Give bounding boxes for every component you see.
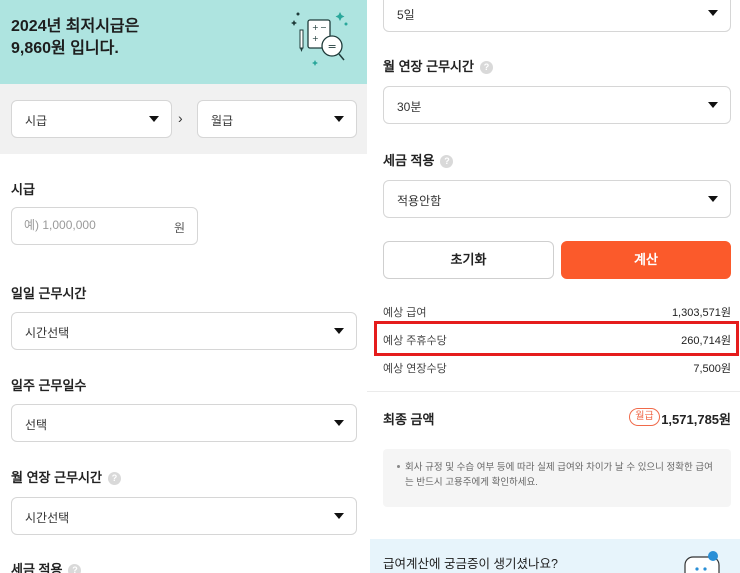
daily-hours-value: 시간선택	[25, 326, 70, 340]
wage-label: 시급	[11, 182, 35, 197]
from-unit-label: 시급	[25, 114, 48, 128]
svg-text:=: =	[328, 40, 337, 53]
overtime-label: 월 연장 근무시간?	[11, 467, 121, 486]
svg-text:+: +	[312, 34, 319, 43]
caret-down-icon	[334, 328, 344, 334]
wage-unit: 원	[173, 221, 185, 235]
notice-text: 회사 규정 및 수습 여부 등에 따라 실제 급여와 차이가 날 수 있으니 정…	[405, 462, 713, 488]
right-panel: 5일 월 연장 근무시간? 30분 세금 적용? 적용안함 초기화 계산 예상 …	[367, 0, 740, 573]
caret-down-icon	[708, 10, 718, 16]
to-unit-select[interactable]: 월급	[197, 100, 357, 138]
caret-down-icon	[334, 420, 344, 426]
overtime-value: 시간선택	[25, 511, 70, 525]
weekly-days-select[interactable]: 선택	[11, 404, 357, 442]
to-unit-label: 월급	[211, 114, 234, 128]
help-icon[interactable]: ?	[440, 155, 454, 168]
inquiry-banner[interactable]: 급여계산에 궁금증이 생기셨나요?	[370, 539, 740, 573]
final-amount-label: 최종 금액	[383, 412, 435, 427]
weekly-days-select[interactable]: 5일	[383, 0, 731, 32]
calculator-illustration-icon: + − + =	[291, 12, 348, 66]
min-wage-banner: 2024년 최저시급은 9,860원 입니다. + − + =	[0, 0, 367, 84]
chat-bot-icon	[684, 551, 720, 573]
tax-label: 세금 적용?	[11, 559, 82, 573]
overtime-label-text: 월 연장 근무시간	[383, 59, 474, 74]
caret-down-icon	[149, 116, 159, 122]
result-label: 예상 주휴수당	[383, 335, 447, 347]
daily-hours-label: 일일 근무시간	[11, 286, 87, 301]
final-period-badge: 월급	[629, 408, 660, 426]
divider	[367, 391, 740, 392]
tax-label: 세금 적용?	[383, 150, 454, 169]
tax-label-text: 세금 적용	[383, 153, 435, 168]
overtime-select[interactable]: 30분	[383, 86, 731, 124]
overtime-label-text: 월 연장 근무시간	[11, 470, 102, 485]
from-unit-select[interactable]: 시급	[11, 100, 172, 138]
result-label: 예상 급여	[383, 307, 427, 319]
result-value: 1,303,571원	[671, 307, 731, 319]
reset-button[interactable]: 초기화	[383, 241, 554, 279]
banner-title: 2024년 최저시급은 9,860원 입니다.	[11, 18, 140, 57]
caret-down-icon	[708, 102, 718, 108]
daily-hours-select[interactable]: 시간선택	[11, 312, 357, 350]
tax-label-text: 세금 적용	[11, 562, 63, 573]
svg-text:−: −	[320, 23, 327, 32]
left-panel: 2024년 최저시급은 9,860원 입니다. + − + = 시급 › 월급 …	[0, 0, 367, 573]
bullet-icon	[397, 465, 400, 468]
inquiry-text: 급여계산에 궁금증이 생기셨나요?	[383, 557, 558, 571]
weekly-days-value: 선택	[25, 418, 48, 432]
help-icon[interactable]: ?	[479, 61, 493, 74]
help-icon[interactable]: ?	[68, 564, 82, 573]
overtime-select[interactable]: 시간선택	[11, 497, 357, 535]
weekly-days-label: 일주 근무일수	[11, 378, 87, 393]
svg-text:+: +	[312, 23, 319, 32]
overtime-value: 30분	[397, 100, 422, 114]
tax-select[interactable]: 적용안함	[383, 180, 731, 218]
calculate-button[interactable]: 계산	[561, 241, 731, 279]
caret-down-icon	[334, 116, 344, 122]
result-label: 예상 연장수당	[383, 363, 447, 375]
overtime-label: 월 연장 근무시간?	[383, 56, 493, 75]
chevron-right-icon: ›	[178, 110, 183, 126]
wage-input[interactable]	[24, 218, 164, 232]
wage-field[interactable]: 원	[11, 207, 198, 245]
help-icon[interactable]: ?	[107, 472, 121, 485]
result-value: 7,500원	[693, 363, 731, 375]
caret-down-icon	[334, 513, 344, 519]
caret-down-icon	[708, 196, 718, 202]
notice-box: 회사 규정 및 수습 여부 등에 따라 실제 급여와 차이가 날 수 있으니 정…	[383, 449, 731, 507]
result-value: 260,714원	[681, 335, 731, 347]
weekly-days-value: 5일	[397, 8, 415, 22]
final-amount-value: 1,571,785원	[661, 412, 731, 427]
tax-value: 적용안함	[397, 194, 442, 208]
